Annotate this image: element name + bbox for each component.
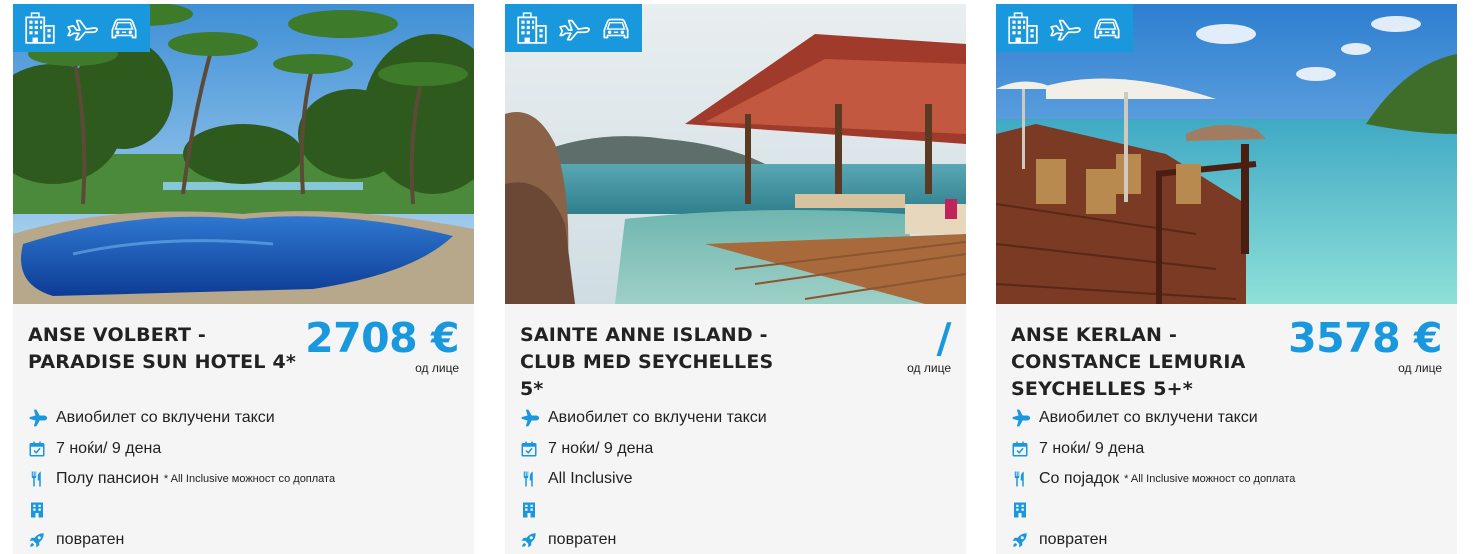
feature-board-note: * All Inclusive можност со доплата xyxy=(163,473,336,486)
feature-board: Полу пансион * All Inclusive можност со … xyxy=(28,464,468,495)
included-services-badge xyxy=(505,4,642,52)
airplane-icon xyxy=(556,11,592,45)
airplane-icon xyxy=(28,408,56,428)
cutlery-icon xyxy=(28,470,56,488)
price-block: 2708 € од лице xyxy=(305,314,459,375)
feature-duration-label: 7 ноќи/ 9 дена xyxy=(56,439,162,457)
feature-duration: 7 ноќи/ 9 дена xyxy=(520,434,960,465)
included-services-badge xyxy=(13,4,150,52)
feature-duration: 7 ноќи/ 9 дена xyxy=(1011,434,1451,465)
price-per-person: од лице xyxy=(907,361,951,375)
feature-board-label: Полу пансион xyxy=(56,470,159,488)
cutlery-icon xyxy=(520,470,548,488)
feature-board: Со појадок * All Inclusive можност со до… xyxy=(1011,464,1451,495)
hotel-title[interactable]: ANSE VOLBERT - PARADISE SUN HOTEL 4* xyxy=(28,322,298,376)
feature-flight-label: Авиобилет со вклучени такси xyxy=(548,409,767,427)
hotel-icon xyxy=(1006,11,1040,45)
feature-flight: Авиобилет со вклучени такси xyxy=(520,403,960,434)
price-value: 3578 € xyxy=(1288,314,1442,362)
feature-transfer-label: повратен xyxy=(548,531,617,549)
rocket-icon xyxy=(28,531,56,549)
rocket-icon xyxy=(520,531,548,549)
price-per-person: од лице xyxy=(415,361,459,375)
feature-transfer-label: повратен xyxy=(56,531,125,549)
cutlery-icon xyxy=(1011,470,1039,488)
hotel-icon xyxy=(515,11,549,45)
feature-duration-label: 7 ноќи/ 9 дена xyxy=(548,439,654,457)
feature-flight: Авиобилет со вклучени такси xyxy=(1011,403,1451,434)
airplane-icon xyxy=(1011,408,1039,428)
feature-room xyxy=(1011,495,1451,526)
calendar-icon xyxy=(520,440,548,458)
calendar-icon xyxy=(1011,440,1039,458)
included-services-badge xyxy=(996,4,1133,52)
hotel-title[interactable]: ANSE KERLAN - CONSTANCE LEMURIA SEYCHELL… xyxy=(1011,322,1281,403)
price-value: 2708 € xyxy=(305,314,459,362)
building-icon xyxy=(520,501,548,519)
price-block: 3578 € од лице xyxy=(1288,314,1442,375)
price-value: / xyxy=(936,314,952,362)
hotel-title[interactable]: SAINTE ANNE ISLAND - CLUB MED SEYCHELLES… xyxy=(520,322,790,403)
feature-transfer: повратен xyxy=(520,525,960,554)
airplane-icon xyxy=(1047,11,1083,45)
feature-flight: Авиобилет со вклучени такси xyxy=(28,403,468,434)
feature-board: All Inclusive xyxy=(520,464,960,495)
feature-board-label: Со појадок xyxy=(1039,470,1120,488)
airplane-icon xyxy=(64,11,100,45)
package-card[interactable]: SAINTE ANNE ISLAND - CLUB MED SEYCHELLES… xyxy=(505,4,966,554)
feature-room xyxy=(520,495,960,526)
building-icon xyxy=(28,501,56,519)
calendar-icon xyxy=(28,440,56,458)
feature-duration-label: 7 ноќи/ 9 дена xyxy=(1039,439,1145,457)
feature-duration: 7 ноќи/ 9 дена xyxy=(28,434,468,465)
building-icon xyxy=(1011,501,1039,519)
car-icon xyxy=(1090,11,1124,45)
package-card[interactable]: ANSE VOLBERT - PARADISE SUN HOTEL 4* 270… xyxy=(13,4,474,554)
price-per-person: од лице xyxy=(1398,361,1442,375)
feature-transfer: повратен xyxy=(1011,525,1451,554)
feature-room xyxy=(28,495,468,526)
feature-flight-label: Авиобилет со вклучени такси xyxy=(1039,409,1258,427)
rocket-icon xyxy=(1011,531,1039,549)
feature-list: Авиобилет со вклучени такси 7 ноќи/ 9 де… xyxy=(520,403,960,554)
feature-transfer: повратен xyxy=(28,525,468,554)
feature-list: Авиобилет со вклучени такси 7 ноќи/ 9 де… xyxy=(28,403,468,554)
package-card[interactable]: ANSE KERLAN - CONSTANCE LEMURIA SEYCHELL… xyxy=(996,4,1457,554)
feature-transfer-label: повратен xyxy=(1039,531,1108,549)
feature-board-note: * All Inclusive можност со доплата xyxy=(1124,473,1296,486)
car-icon xyxy=(599,11,633,45)
price-block: / од лице xyxy=(907,314,951,375)
feature-flight-label: Авиобилет со вклучени такси xyxy=(56,409,275,427)
feature-list: Авиобилет со вклучени такси 7 ноќи/ 9 де… xyxy=(1011,403,1451,554)
car-icon xyxy=(107,11,141,45)
airplane-icon xyxy=(520,408,548,428)
feature-board-label: All Inclusive xyxy=(548,470,633,488)
hotel-icon xyxy=(23,11,57,45)
